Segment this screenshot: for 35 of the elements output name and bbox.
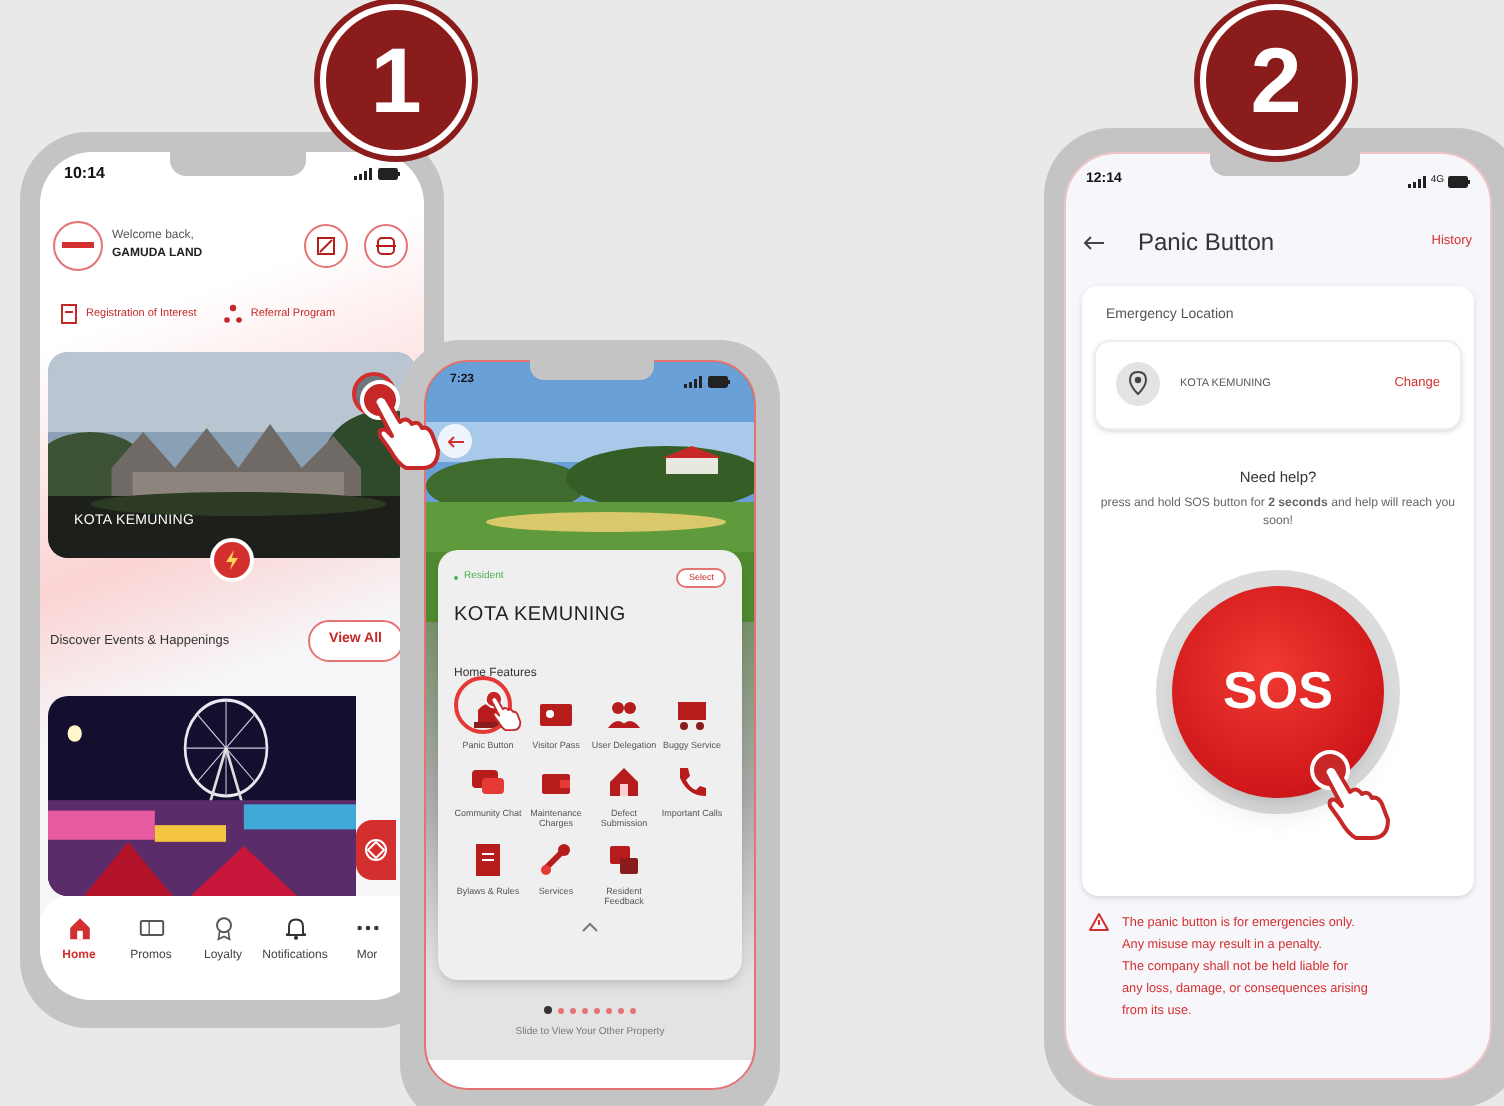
hand-pointer-icon bbox=[360, 380, 440, 472]
signal-icon bbox=[684, 375, 702, 387]
step-badge: 2 bbox=[1200, 4, 1352, 156]
signal-icon bbox=[354, 167, 372, 179]
chevron-up-icon[interactable] bbox=[582, 922, 598, 932]
tag-button[interactable] bbox=[304, 224, 348, 268]
page-title: Panic Button bbox=[1138, 226, 1275, 260]
home-icon bbox=[65, 914, 93, 942]
hand-pointer-icon bbox=[484, 690, 522, 732]
document-icon bbox=[60, 304, 78, 324]
bell-icon bbox=[281, 914, 309, 942]
house-icon bbox=[604, 762, 644, 802]
sos-button[interactable]: SOS bbox=[1172, 585, 1384, 798]
lightning-icon bbox=[224, 550, 240, 570]
status-time: 10:14 bbox=[64, 161, 105, 185]
notch bbox=[530, 360, 654, 380]
scan-button[interactable] bbox=[364, 224, 408, 268]
location-pin-icon bbox=[1116, 362, 1160, 406]
scan-icon bbox=[376, 236, 396, 256]
notch bbox=[170, 152, 306, 176]
hand-pointer-icon bbox=[1310, 750, 1390, 842]
floating-action-button[interactable] bbox=[356, 820, 396, 880]
ticket-icon bbox=[137, 914, 165, 942]
back-arrow-icon bbox=[447, 435, 463, 447]
warning-icon bbox=[1088, 912, 1110, 932]
step-badge: 1 bbox=[320, 4, 472, 156]
back-arrow-icon bbox=[1084, 235, 1104, 249]
battery-icon bbox=[1448, 175, 1470, 187]
signal-icon bbox=[1408, 175, 1427, 187]
logo-icon bbox=[364, 838, 388, 862]
feedback-icon bbox=[604, 840, 644, 880]
battery-icon bbox=[378, 167, 400, 179]
back-button[interactable] bbox=[1084, 232, 1108, 252]
property-name: KOTA KEMUNING bbox=[454, 602, 628, 630]
logo-icon bbox=[52, 220, 104, 272]
